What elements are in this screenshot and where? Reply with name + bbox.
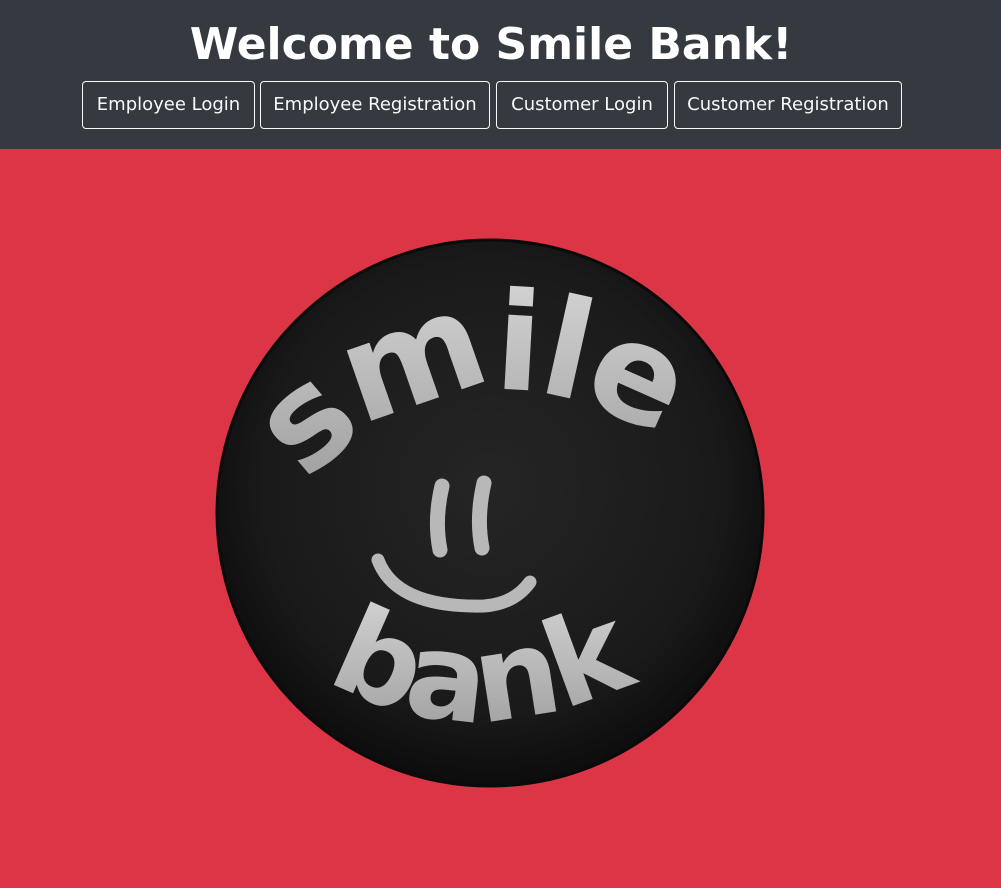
- customer-registration-button[interactable]: Customer Registration: [674, 81, 902, 129]
- main-content: smile bank: [0, 149, 1001, 888]
- customer-login-button[interactable]: Customer Login: [496, 81, 668, 129]
- smile-bank-logo: smile bank: [215, 238, 765, 788]
- top-header: Welcome to Smile Bank! Employee Login Em…: [0, 0, 1001, 149]
- page-title: Welcome to Smile Bank!: [189, 19, 793, 70]
- employee-login-button[interactable]: Employee Login: [82, 81, 255, 129]
- employee-registration-button[interactable]: Employee Registration: [260, 81, 490, 129]
